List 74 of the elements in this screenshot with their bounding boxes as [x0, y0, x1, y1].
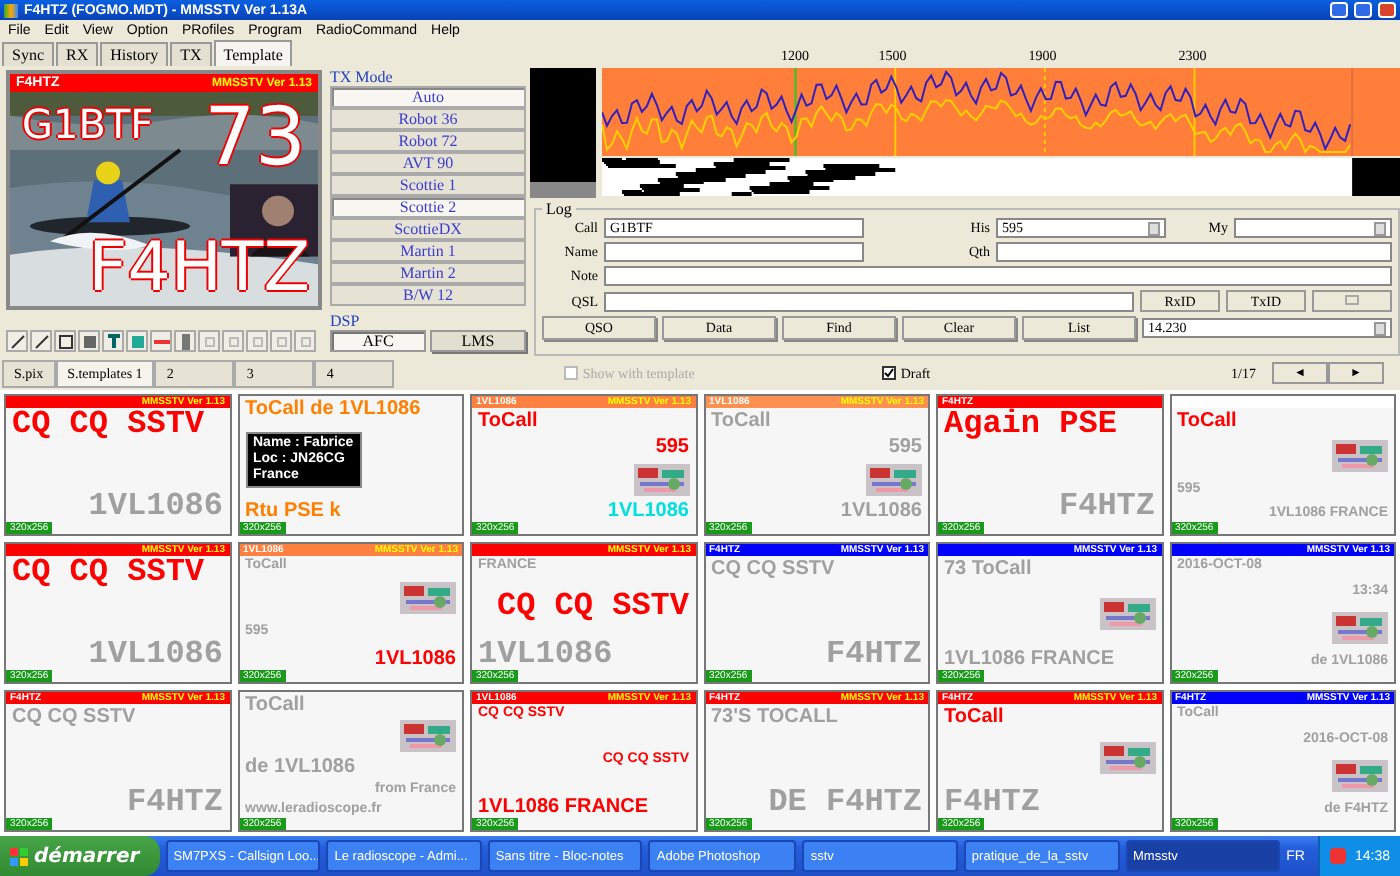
template-text: DE F4HTZ: [768, 788, 922, 818]
tray-icon: [1330, 848, 1347, 864]
mode-button[interactable]: AVT 90: [330, 152, 526, 174]
mode-button[interactable]: B/W 12: [330, 284, 526, 306]
template-text: ToCall: [1177, 410, 1237, 432]
mode-button[interactable]: Robot 36: [330, 108, 526, 130]
tab[interactable]: TX: [170, 42, 212, 66]
close-button[interactable]: [1378, 2, 1396, 18]
minimize-button[interactable]: [1330, 2, 1348, 18]
tab[interactable]: RX: [56, 42, 99, 66]
record-button[interactable]: [1312, 290, 1392, 312]
template-text: ToCall de 1VL1086: [245, 398, 421, 420]
template-text: 73'S TOCALL: [711, 706, 838, 728]
template-text: F4HTZ: [825, 640, 922, 670]
mode-button[interactable]: Martin 1: [330, 240, 526, 262]
start-button[interactable]: démarrer: [0, 836, 160, 876]
to-call-text: G1BTF: [22, 104, 154, 144]
template-text: CQ CQ SSTV: [12, 410, 205, 440]
template-text: 1VL1086 FRANCE: [478, 796, 649, 818]
template-text: F4HTZ: [126, 788, 223, 818]
group-title: Log: [544, 200, 574, 218]
tab[interactable]: Sync: [2, 42, 54, 66]
dsp-button[interactable]: AFC: [330, 330, 426, 352]
template-text: ToCall: [245, 694, 305, 716]
tool-icon[interactable]: [6, 330, 28, 352]
template-text: 595: [655, 436, 689, 459]
template-text: 595: [888, 436, 922, 459]
qsl-field[interactable]: [604, 291, 1134, 311]
template-text: ToCall: [711, 410, 771, 432]
template-text: 1VL1086: [478, 640, 613, 670]
group-title: DSP: [330, 314, 362, 330]
name-field[interactable]: [604, 242, 864, 262]
mode-button[interactable]: Martin 2: [330, 262, 526, 284]
report-text: 73: [204, 98, 306, 178]
template-text: Again PSE: [944, 410, 1117, 440]
template-text: F4HTZ: [944, 788, 1041, 818]
call-sign-text: F4HTZ: [88, 234, 310, 302]
mode-button[interactable]: Scottie 2: [330, 196, 526, 218]
tool-icon[interactable]: [78, 330, 100, 352]
template-text: CQ CQ SSTV: [12, 558, 205, 588]
windows-logo-icon: [10, 847, 28, 865]
dsp-button[interactable]: LMS: [430, 330, 526, 352]
template-text: CQ CQ SSTV: [711, 558, 835, 580]
mode-button[interactable]: Auto: [330, 86, 526, 108]
level-display: [530, 68, 596, 198]
mode-button[interactable]: Scottie 1: [330, 174, 526, 196]
template-text: ToCall: [944, 706, 1004, 728]
template-text: 1VL1086: [840, 499, 922, 522]
mode-button[interactable]: ScottieDX: [330, 218, 526, 240]
tool-icon[interactable]: [54, 330, 76, 352]
qth-field[interactable]: [996, 242, 1392, 262]
template-text: 1VL1086: [374, 647, 456, 670]
mode-button[interactable]: Robot 72: [330, 130, 526, 152]
template-text: ToCall: [478, 410, 538, 432]
template-text: 73 ToCall: [944, 558, 1032, 580]
app-icon: [4, 3, 18, 17]
template-text: 1VL1086 FRANCE: [944, 648, 1115, 670]
tool-icon[interactable]: [30, 330, 52, 352]
template-text: CQ CQ SSTV: [496, 592, 689, 622]
tab[interactable]: History: [100, 42, 169, 66]
template-text: F4HTZ: [1058, 492, 1155, 522]
group-title: TX Mode: [330, 70, 395, 86]
tool-icon[interactable]: [102, 330, 124, 352]
note-field[interactable]: [604, 266, 1392, 286]
checkmark-icon: [884, 368, 895, 378]
tab[interactable]: Template: [213, 40, 293, 66]
template-text: de 1VL1086: [245, 756, 356, 778]
template-text: 1VL1086: [607, 499, 689, 522]
template-text: CQ CQ SSTV: [12, 706, 136, 728]
maximize-button[interactable]: [1354, 2, 1372, 18]
template-text: 1VL1086: [88, 640, 223, 670]
template-text: 1VL1086: [88, 492, 223, 522]
report-dropdown[interactable]: [1234, 218, 1392, 238]
template-text: Rtu PSE k: [245, 500, 341, 522]
